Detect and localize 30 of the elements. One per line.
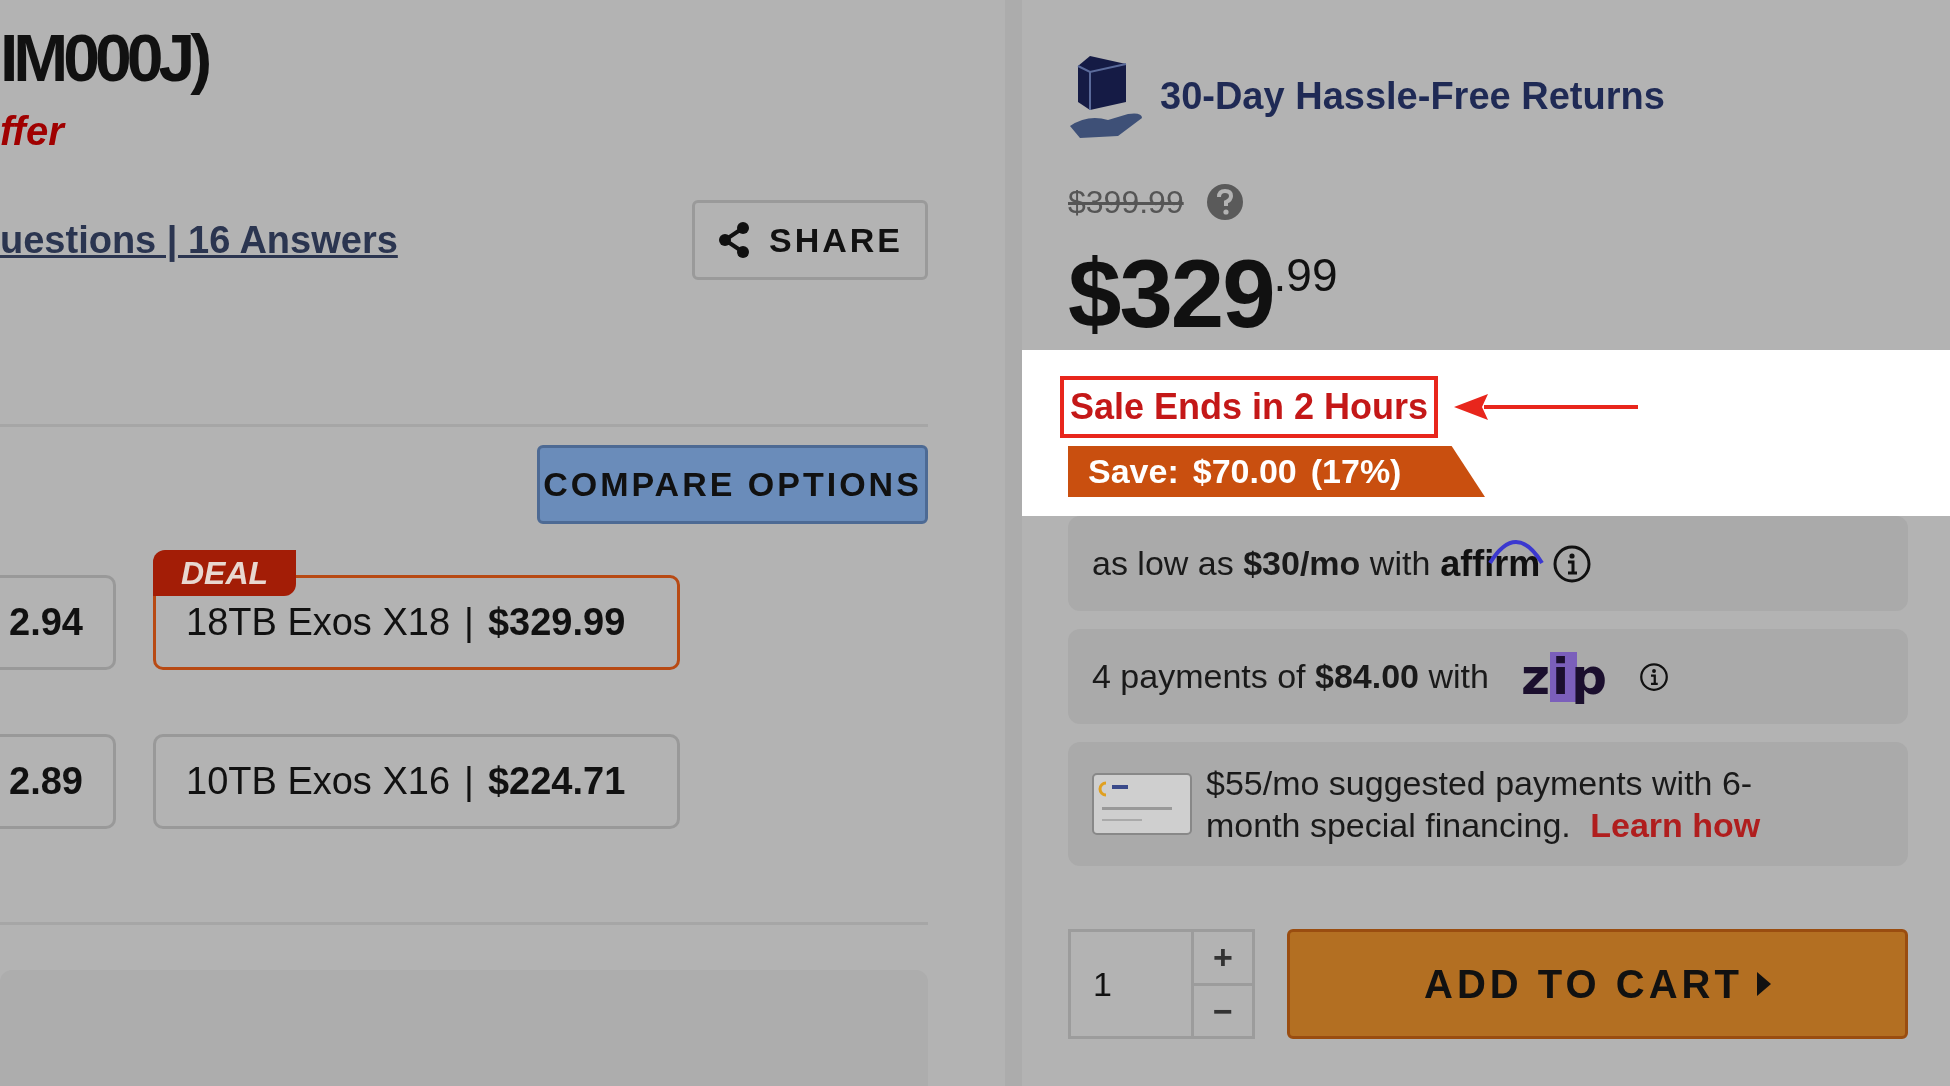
returns-text: 30-Day Hassle-Free Returns — [1160, 73, 1665, 119]
offer-text: ffer — [0, 108, 64, 155]
questions-answers-link[interactable]: uestions | 16 Answers — [0, 211, 398, 269]
share-button[interactable]: SHARE — [692, 200, 928, 280]
financing-text: $55/mo suggested payments with 6-month special financing. Learn how — [1206, 763, 1762, 846]
help-icon[interactable] — [1205, 183, 1244, 221]
info-icon[interactable] — [1638, 661, 1669, 692]
option-card[interactable]: 2.94 — [0, 575, 116, 670]
price: $329 — [1068, 244, 1274, 344]
increment-button[interactable]: + — [1194, 932, 1252, 986]
list-price: $399.99 — [1068, 183, 1184, 222]
deal-badge: DEAL — [153, 550, 297, 596]
add-to-cart-button[interactable]: ADD TO CART — [1287, 929, 1908, 1039]
option-card[interactable]: 10TB Exos X16 | $224.71 — [153, 734, 680, 829]
info-icon[interactable] — [1552, 543, 1593, 584]
credit-card-icon — [1092, 773, 1192, 835]
product-title: IM000J) — [0, 20, 208, 97]
option-card[interactable]: 2.89 — [0, 734, 116, 829]
quantity-input[interactable]: 1 — [1071, 932, 1194, 1036]
compare-options-button[interactable]: COMPARE OPTIONS — [537, 445, 928, 524]
financing-text: as low as $30/mo with — [1092, 543, 1431, 584]
price-cents: .99 — [1273, 250, 1338, 300]
affirm-logo: affirm — [1440, 536, 1541, 591]
sale-ends-notice: Sale Ends in 2 Hours — [1060, 376, 1439, 438]
caret-icon — [1756, 972, 1771, 996]
share-icon — [717, 221, 751, 259]
financing-text: 4 payments of $84.00 with — [1092, 656, 1489, 697]
quantity-stepper[interactable]: 1 + − — [1068, 929, 1255, 1039]
savings-ribbon: Save: $70.00 (17%) — [1068, 446, 1485, 497]
decrement-button[interactable]: − — [1194, 986, 1252, 1037]
